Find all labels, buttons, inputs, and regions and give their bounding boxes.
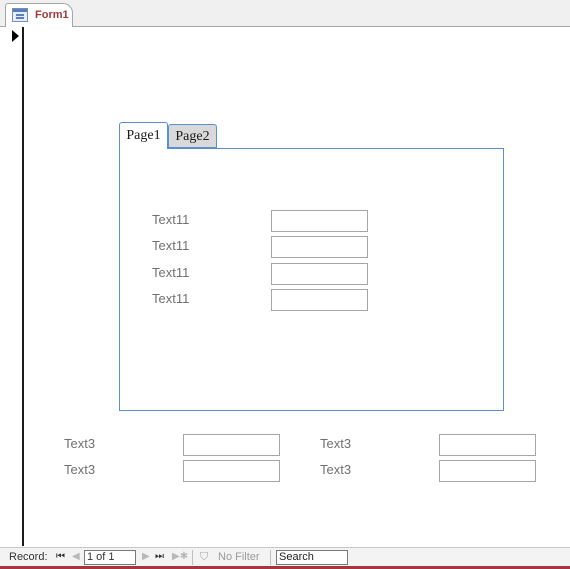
new-record-icon[interactable]: ▶✱	[172, 551, 188, 562]
first-record-icon[interactable]: ⏮	[56, 551, 65, 562]
record-label: Record:	[9, 551, 48, 563]
field-label-text11: Text11	[152, 238, 190, 253]
field-label-text11: Text11	[152, 265, 190, 280]
previous-record-icon[interactable]: ◀	[72, 551, 80, 562]
record-selector[interactable]	[3, 27, 24, 546]
document-tab-strip: Form1	[0, 0, 570, 27]
text3-input[interactable]	[439, 460, 536, 482]
current-record-field[interactable]: 1 of 1	[84, 550, 136, 565]
text11-input[interactable]	[271, 236, 368, 258]
tab-page1[interactable]: Page1	[119, 122, 168, 149]
form-icon	[12, 8, 28, 22]
field-label-text3: Text3	[320, 436, 352, 451]
current-record-arrow-icon	[12, 30, 19, 42]
text11-input[interactable]	[271, 263, 368, 285]
no-filter-button[interactable]: No Filter	[218, 551, 260, 563]
text3-input[interactable]	[183, 434, 280, 456]
nav-divider	[192, 550, 193, 565]
last-record-icon[interactable]: ⏭	[155, 551, 164, 562]
search-input[interactable]: Search	[276, 550, 348, 565]
no-filter-icon[interactable]: ⛉	[200, 551, 208, 564]
field-label-text11: Text11	[152, 291, 190, 306]
document-tab-title: Form1	[35, 9, 69, 21]
next-record-icon[interactable]: ▶	[142, 551, 150, 562]
record-navigation-bar: Record: ⏮ ◀ 1 of 1 ▶ ⏭ ▶✱ ⛉ No Filter Se…	[0, 547, 570, 567]
field-label-text3: Text3	[64, 462, 96, 477]
text11-input[interactable]	[271, 289, 368, 311]
field-label-text3: Text3	[320, 462, 352, 477]
document-tab-form1[interactable]: Form1	[5, 3, 73, 27]
tab-page2[interactable]: Page2	[168, 124, 217, 148]
text3-input[interactable]	[439, 434, 536, 456]
text11-input[interactable]	[271, 210, 368, 232]
field-label-text3: Text3	[64, 436, 96, 451]
nav-divider	[270, 550, 271, 565]
text3-input[interactable]	[183, 460, 280, 482]
field-label-text11: Text11	[152, 212, 190, 227]
